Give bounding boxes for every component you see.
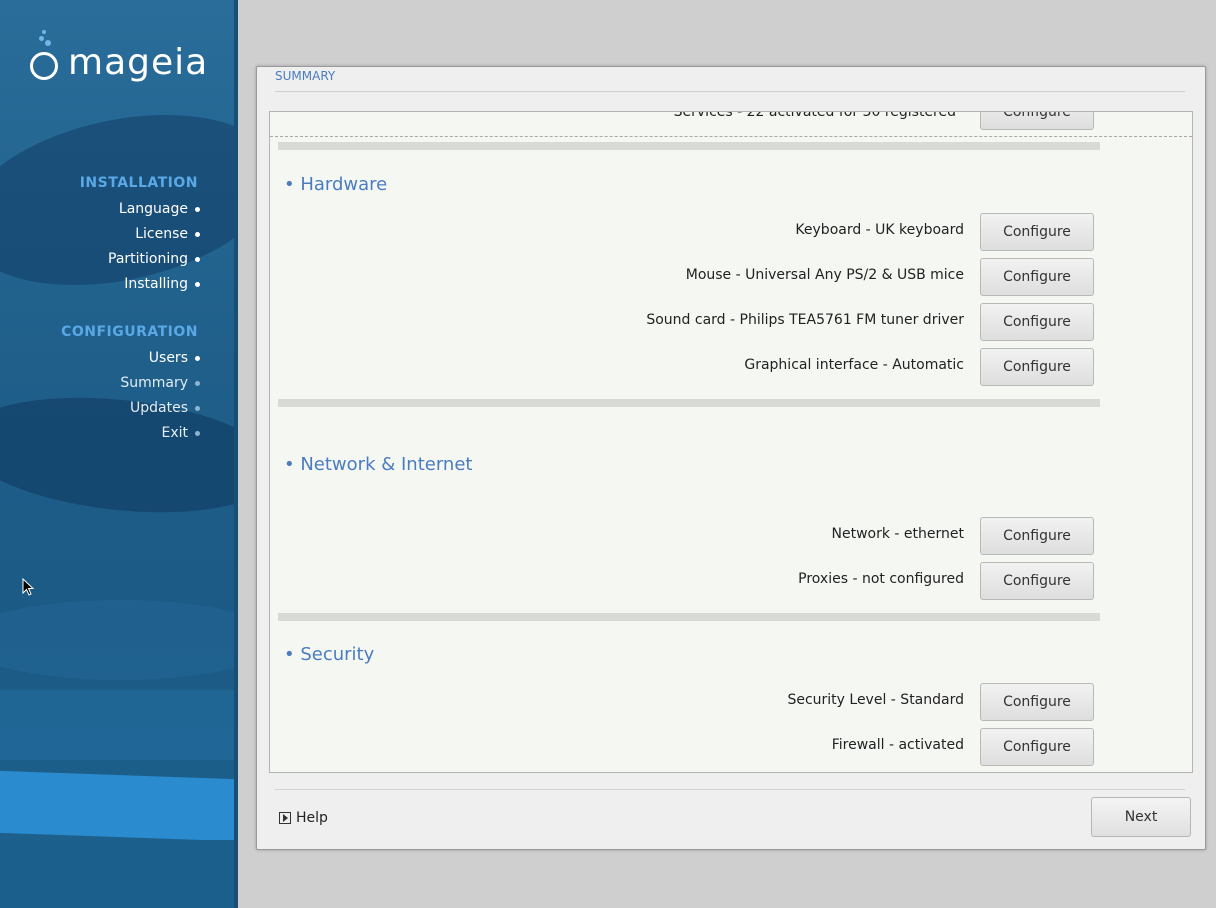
configure-firewall-button[interactable]: Configure [980,728,1094,766]
next-button[interactable]: Next [1091,797,1191,837]
section-separator [278,613,1100,621]
installer-sidebar: mageia INSTALLATION Language License Par… [0,0,234,908]
dialog-title: SUMMARY [275,69,336,83]
sidebar-wave-decoration [0,690,234,760]
configure-keyboard-button[interactable]: Configure [980,213,1094,251]
sidebar-wave-decoration [0,600,234,680]
summary-dialog: SUMMARY Services - 22 activated for 30 r… [256,66,1206,850]
step-language: Language [80,197,201,222]
configure-security-level-button[interactable]: Configure [980,683,1094,721]
logo-bubbles-icon [36,30,56,52]
title-divider [275,91,1185,92]
footer-divider [275,789,1185,790]
installation-steps: INSTALLATION Language License Partitioni… [79,175,201,297]
mouse-pointer-icon [22,578,35,596]
step-updates: Updates [61,396,200,421]
section-separator [278,399,1100,407]
configuration-heading: CONFIGURATION [61,324,198,340]
section-network-title: • Network & Internet [284,454,473,475]
configure-sound-card-button[interactable]: Configure [980,303,1094,341]
sidebar-wave-decoration [0,770,234,842]
step-partitioning: Partitioning [80,247,201,272]
installation-heading: INSTALLATION [79,175,198,191]
configure-services-button[interactable]: Configure [980,112,1094,130]
configure-proxies-button[interactable]: Configure [980,562,1094,600]
firewall-label: Firewall - activated [831,737,964,753]
services-label: Services - 22 activated for 30 registere… [673,112,956,120]
logo-cauldron-icon [30,52,58,80]
section-security-title: • Security [284,644,375,665]
mageia-logo: mageia [30,30,230,86]
step-summary: Summary [61,371,200,396]
configure-graphical-interface-button[interactable]: Configure [980,348,1094,386]
sound-card-label: Sound card - Philips TEA5761 FM tuner dr… [646,312,964,328]
configure-mouse-button[interactable]: Configure [980,258,1094,296]
keyboard-label: Keyboard - UK keyboard [795,222,964,238]
expander-arrow-icon [279,812,291,824]
step-users: Users [61,346,200,371]
step-license: License [80,222,201,247]
configuration-steps: CONFIGURATION Users Summary Updates Exit [61,324,200,446]
sidebar-edge [234,0,238,908]
section-hardware-title: • Hardware [284,174,388,195]
step-exit: Exit [61,421,200,446]
step-installing: Installing [80,272,201,297]
mouse-label: Mouse - Universal Any PS/2 & USB mice [685,267,964,283]
help-label: Help [296,810,328,826]
proxies-label: Proxies - not configured [798,571,964,587]
section-separator [278,142,1100,150]
services-row-clipped: Services - 22 activated for 30 registere… [270,112,1192,137]
help-button[interactable]: Help [279,807,328,829]
sidebar-wave-decoration [0,840,234,908]
network-label: Network - ethernet [831,526,964,542]
configure-network-button[interactable]: Configure [980,517,1094,555]
graphical-interface-label: Graphical interface - Automatic [744,357,964,373]
security-level-label: Security Level - Standard [787,692,964,708]
logo-text: mageia [68,42,209,83]
summary-scroll-area[interactable]: Services - 22 activated for 30 registere… [269,111,1193,773]
